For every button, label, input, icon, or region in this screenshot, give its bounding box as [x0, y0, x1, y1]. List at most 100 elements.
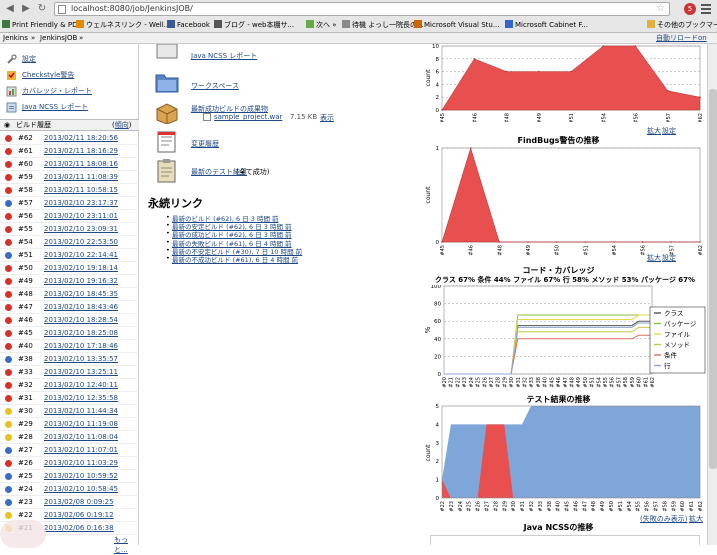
bookmark-item[interactable]: 待機 よっし一院長の... — [342, 18, 424, 32]
extension-badge[interactable]: 5 — [684, 3, 696, 15]
build-row[interactable]: #47 2013/02/10 18:43:46 — [0, 301, 139, 314]
build-date-link[interactable]: 2013/02/10 10:59:52 — [44, 470, 118, 483]
back-icon[interactable]: ◀ — [4, 3, 16, 15]
address-bar[interactable]: localhost:8080/job/JenkinsJOB/ ☆ — [54, 2, 670, 16]
sidebar-item-label[interactable]: Checkstyle警告 — [22, 68, 74, 82]
build-row[interactable]: #60 2013/02/11 18:08:16 — [0, 158, 139, 171]
page-scrollbar[interactable] — [707, 44, 717, 545]
build-date-link[interactable]: 2013/02/10 13:25:11 — [44, 366, 118, 379]
build-row[interactable]: #28 2013/02/10 11:08:04 — [0, 431, 139, 444]
build-date-link[interactable]: 2013/02/10 11:07:01 — [44, 444, 118, 457]
changes-link[interactable]: 変更履歴 — [191, 139, 219, 149]
build-row[interactable]: #59 2013/02/11 11:08:39 — [0, 171, 139, 184]
build-date-link[interactable]: 2013/02/10 18:25:08 — [44, 327, 118, 340]
workspace-link[interactable]: ワークスペース — [191, 81, 239, 91]
build-row[interactable]: #24 2013/02/10 10:58:45 — [0, 483, 139, 496]
sidebar-item-label[interactable]: Java NCSS レポート — [22, 100, 88, 114]
artifact-view-link[interactable]: 表示 — [320, 113, 334, 123]
build-row[interactable]: #57 2013/02/10 23:17:37 — [0, 197, 139, 210]
build-row[interactable]: #62 2013/02/11 18:20:56 — [0, 132, 139, 145]
build-date-link[interactable]: 2013/02/11 11:08:39 — [44, 171, 118, 184]
build-date-link[interactable]: 2013/02/06 0:16:38 — [44, 522, 114, 535]
build-row[interactable]: #25 2013/02/10 10:59:52 — [0, 470, 139, 483]
x-tick-label: #56 — [645, 501, 651, 512]
build-row[interactable]: #29 2013/02/10 11:19:08 — [0, 418, 139, 431]
build-row[interactable]: #27 2013/02/10 11:07:01 — [0, 444, 139, 457]
breadcrumb-job[interactable]: JenkinsJOB — [40, 33, 77, 44]
build-row[interactable]: #55 2013/02/10 23:09:31 — [0, 223, 139, 236]
build-date-link[interactable]: 2013/02/10 18:43:46 — [44, 301, 118, 314]
forward-icon[interactable]: ▶ — [20, 3, 32, 15]
bookmark-item[interactable]: Facebook — [167, 18, 210, 32]
build-row[interactable]: #38 2013/02/10 13:35:57 — [0, 353, 139, 366]
sidebar-item-label[interactable]: 設定 — [22, 52, 36, 66]
build-date-link[interactable]: 2013/02/10 11:08:04 — [44, 431, 118, 444]
build-history-more-link[interactable]: もっと... — [114, 535, 138, 555]
build-date-link[interactable]: 2013/02/10 22:14:41 — [44, 249, 118, 262]
build-date-link[interactable]: 2013/02/10 19:16:32 — [44, 275, 118, 288]
bookmark-item[interactable]: Print Friendly & PDF — [2, 18, 82, 32]
build-row[interactable]: #30 2013/02/10 11:44:34 — [0, 405, 139, 418]
build-row[interactable]: #54 2013/02/10 22:53:50 — [0, 236, 139, 249]
build-row[interactable]: #58 2013/02/11 10:58:15 — [0, 184, 139, 197]
reload-icon[interactable]: ↻ — [36, 3, 48, 15]
bookmark-item[interactable]: その他のブックマーク — [647, 18, 717, 32]
menu-icon[interactable] — [701, 4, 711, 14]
build-status-ball-icon — [5, 369, 12, 376]
build-date-link[interactable]: 2013/02/10 22:53:50 — [44, 236, 118, 249]
charts-panel: 0 2 4 6 8 10 #45 #46 #48 #49 #51 #54 #56 #57 #62 count … — [410, 44, 707, 545]
build-row[interactable]: #26 2013/02/10 11:03:29 — [0, 457, 139, 470]
bookmark-item[interactable]: ブログ - web本棚サ... — [214, 18, 294, 32]
build-date-link[interactable]: 2013/02/10 23:11:01 — [44, 210, 118, 223]
bookmark-item[interactable]: Microsoft Cabinet F... — [505, 18, 588, 32]
artifact-file-link[interactable]: sample_project.war — [214, 113, 282, 121]
auto-refresh-link[interactable]: 自動リロードon — [656, 33, 707, 44]
build-date-link[interactable]: 2013/02/11 18:20:56 — [44, 132, 118, 145]
build-date-link[interactable]: 2013/02/10 11:44:34 — [44, 405, 118, 418]
build-row[interactable]: #61 2013/02/11 18:16:29 — [0, 145, 139, 158]
build-date-link[interactable]: 2013/02/10 12:40:11 — [44, 379, 118, 392]
build-row[interactable]: #48 2013/02/10 18:45:35 — [0, 288, 139, 301]
build-date-link[interactable]: 2013/02/10 10:58:45 — [44, 483, 118, 496]
build-row[interactable]: #50 2013/02/10 19:18:14 — [0, 262, 139, 275]
build-date-link[interactable]: 2013/02/06 0:19:12 — [44, 509, 114, 522]
enlarge-link[interactable]: 拡大 — [647, 253, 661, 263]
build-date-link[interactable]: 2013/02/11 18:08:16 — [44, 158, 118, 171]
build-row[interactable]: #45 2013/02/10 18:25:08 — [0, 327, 139, 340]
bookmark-item[interactable]: ウェルネスリンク - Well... — [76, 18, 170, 32]
build-date-link[interactable]: 2013/02/10 18:45:35 — [44, 288, 118, 301]
build-date-link[interactable]: 2013/02/10 19:18:14 — [44, 262, 118, 275]
build-date-link[interactable]: 2013/02/10 18:28:54 — [44, 314, 118, 327]
bookmark-item[interactable]: 次へ » — [306, 18, 337, 32]
build-status-ball-icon — [5, 174, 12, 181]
build-trend-link[interactable]: 傾向 — [115, 121, 129, 129]
build-row[interactable]: #31 2013/02/10 12:35:58 — [0, 392, 139, 405]
build-date-link[interactable]: 2013/02/11 18:16:29 — [44, 145, 118, 158]
build-row[interactable]: #51 2013/02/10 22:14:41 — [0, 249, 139, 262]
bookmark-star-icon[interactable]: ☆ — [656, 3, 665, 15]
build-date-link[interactable]: 2013/02/10 11:19:08 — [44, 418, 118, 431]
coverage-trend-chart: 020406080100#20 #21 #22 #23 #24 #25 #26 #27 #28 #… — [424, 285, 706, 388]
sidebar-item-label[interactable]: カバレッジ・レポート — [22, 84, 92, 98]
build-date-link[interactable]: 2013/02/10 12:35:58 — [44, 392, 118, 405]
build-row[interactable]: #33 2013/02/10 13:25:11 — [0, 366, 139, 379]
build-row[interactable]: #32 2013/02/10 12:40:11 — [0, 379, 139, 392]
build-date-link[interactable]: 2013/02/11 10:58:15 — [44, 184, 118, 197]
build-row[interactable]: #46 2013/02/10 18:28:54 — [0, 314, 139, 327]
build-date-link[interactable]: 2013/02/08 0:09:25 — [44, 496, 114, 509]
build-date-link[interactable]: 2013/02/10 17:18:46 — [44, 340, 118, 353]
build-row[interactable]: #56 2013/02/10 23:11:01 — [0, 210, 139, 223]
ncss-report-link[interactable]: Java NCSS レポート — [191, 51, 257, 61]
build-date-link[interactable]: 2013/02/10 11:03:29 — [44, 457, 118, 470]
settings-link[interactable]: 設定 — [662, 253, 676, 263]
build-date-link[interactable]: 2013/02/10 23:09:31 — [44, 223, 118, 236]
build-row[interactable]: #23 2013/02/08 0:09:25 — [0, 496, 139, 509]
build-date-link[interactable]: 2013/02/10 13:35:57 — [44, 353, 118, 366]
build-date-link[interactable]: 2013/02/10 23:17:37 — [44, 197, 118, 210]
build-row[interactable]: #49 2013/02/10 19:16:32 — [0, 275, 139, 288]
bookmark-item[interactable]: Microsoft Visual Stu... — [414, 18, 500, 32]
scrollbar-thumb[interactable] — [709, 89, 717, 469]
breadcrumb-jenkins[interactable]: Jenkins — [3, 33, 28, 44]
permalink-item[interactable]: 最新の不成功ビルド (#61), 6 日 4 時間 前 — [166, 254, 298, 264]
build-row[interactable]: #40 2013/02/10 17:18:46 — [0, 340, 139, 353]
